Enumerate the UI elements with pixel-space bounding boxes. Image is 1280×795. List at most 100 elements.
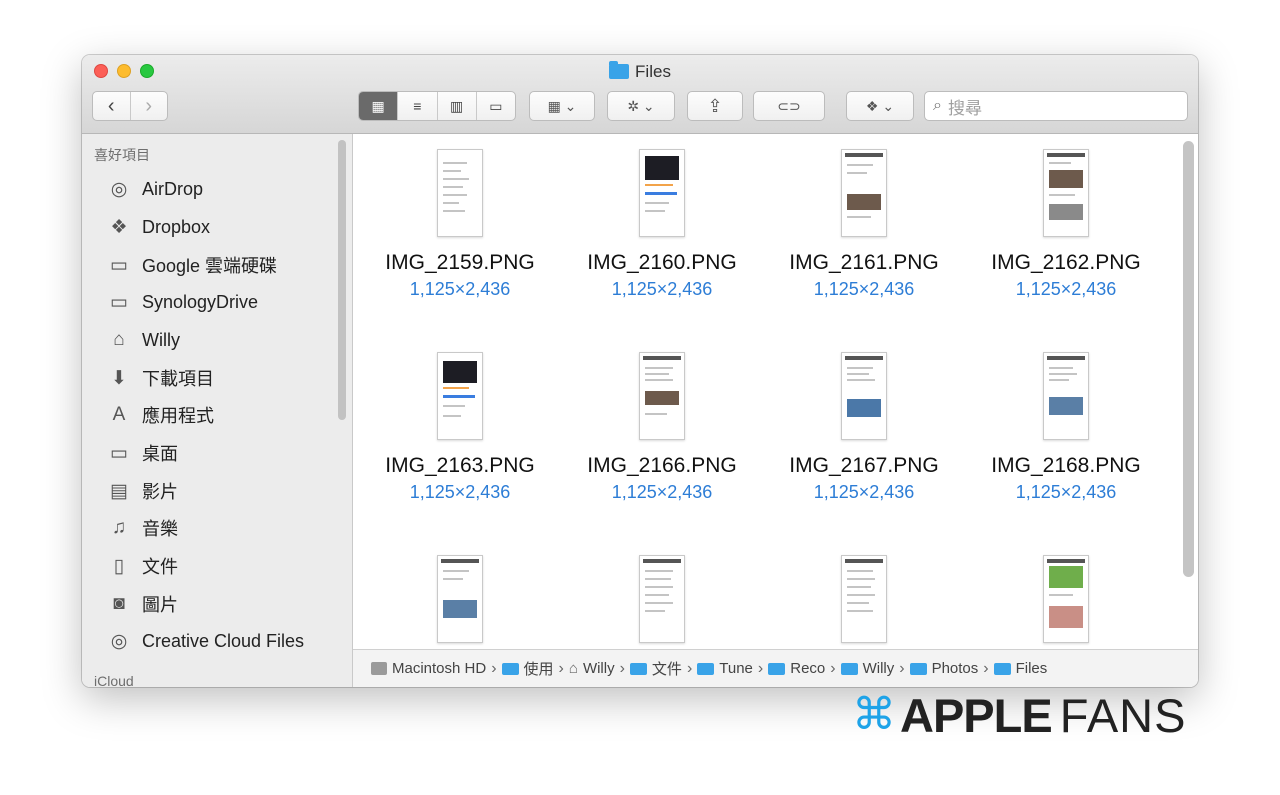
download-icon: ⬇: [111, 367, 127, 389]
path-separator: ›: [757, 659, 764, 677]
folder-icon: [697, 662, 715, 675]
back-forward-group: ‹ ›: [92, 91, 168, 121]
gallery-view-button[interactable]: ▭: [475, 92, 515, 120]
file-name: IMG_2161.PNG: [789, 251, 939, 274]
file-item[interactable]: IMG_2160.PNG 1,125×2,436: [561, 149, 763, 300]
sidebar-item-music[interactable]: ♫ 音樂: [106, 515, 178, 541]
file-name: IMG_2160.PNG: [587, 251, 737, 274]
path-bar: Macintosh HD › 使用 › ⌂ Willy › 文件 › Tune …: [353, 649, 1198, 687]
file-item[interactable]: IMG_2161.PNG 1,125×2,436: [763, 149, 965, 300]
dropbox-button[interactable]: ❖ ⌄: [846, 91, 914, 121]
path-separator: ›: [983, 659, 989, 677]
file-thumbnail: [841, 555, 887, 643]
file-name: IMG_2163.PNG: [385, 454, 535, 477]
documents-folder-icon: [629, 662, 647, 675]
path-item-reco[interactable]: Reco: [790, 660, 825, 677]
finder-window: Files ‹ › ▦ ≡ ▥ ▭ ▦ ⌄ ✲ ⌄ ⇪ ⊂⊃ ❖ ⌄ ⌕ 搜尋 …: [82, 55, 1198, 687]
sidebar-item-desktop[interactable]: ▭ 桌面: [106, 440, 178, 466]
desktop-icon: ▭: [110, 442, 128, 464]
file-thumbnail: [1043, 555, 1089, 643]
forward-button[interactable]: ›: [129, 92, 168, 120]
back-button[interactable]: ‹: [93, 92, 130, 120]
column-view-button[interactable]: ▥: [436, 92, 476, 120]
file-thumbnail: [1043, 149, 1089, 237]
path-separator: ›: [830, 659, 836, 677]
sidebar-item-synologydrive[interactable]: ▭ SynologyDrive: [106, 289, 258, 315]
sidebar-item-label: Willy: [142, 329, 180, 350]
dropbox-icon: ❖: [110, 216, 128, 238]
share-button[interactable]: ⇪: [687, 91, 743, 121]
sidebar-item-label: Creative Cloud Files: [142, 630, 305, 651]
file-item[interactable]: [965, 555, 1167, 643]
file-thumbnail: [437, 555, 483, 643]
path-item-users[interactable]: 使用: [524, 658, 554, 679]
sidebar-item-label: 下載項目: [142, 369, 214, 389]
home-icon: ⌂: [568, 660, 578, 677]
folder-icon: ▭: [110, 254, 128, 276]
sidebar-item-label: Google 雲端硬碟: [142, 256, 278, 276]
file-thumbnail: [437, 352, 483, 440]
icon-view-button[interactable]: ▦: [359, 92, 398, 120]
airdrop-icon: ◎: [110, 178, 128, 200]
window-title: Files: [82, 61, 1198, 82]
folder-icon: [768, 662, 786, 675]
folder-icon: [909, 662, 927, 675]
file-item[interactable]: IMG_2162.PNG 1,125×2,436: [965, 149, 1167, 300]
path-item-macintosh-hd[interactable]: Macintosh HD: [392, 660, 486, 677]
path-item-willy[interactable]: Willy: [583, 660, 615, 677]
search-placeholder: 搜尋: [947, 98, 982, 118]
file-thumbnail: [841, 352, 887, 440]
sidebar-header-favorites: 喜好項目: [94, 147, 150, 163]
path-item-willy-2[interactable]: Willy: [863, 660, 895, 677]
users-folder-icon: [501, 662, 519, 675]
sidebar-item-label: Dropbox: [142, 216, 211, 237]
path-item-photos[interactable]: Photos: [932, 660, 979, 677]
file-item[interactable]: IMG_2159.PNG 1,125×2,436: [359, 149, 561, 300]
file-name: IMG_2162.PNG: [991, 251, 1141, 274]
sidebar-item-label: 影片: [142, 482, 178, 502]
file-item[interactable]: IMG_2166.PNG 1,125×2,436: [561, 352, 763, 503]
folder-icon: [609, 61, 630, 79]
action-button[interactable]: ✲ ⌄: [607, 91, 675, 121]
sidebar-item-label: 應用程式: [142, 406, 214, 426]
sidebar-item-label: 音樂: [142, 519, 178, 539]
path-separator: ›: [619, 659, 625, 677]
file-dimensions: 1,125×2,436: [1015, 482, 1117, 502]
file-thumbnail: [639, 352, 685, 440]
list-view-button[interactable]: ≡: [397, 92, 436, 120]
file-item[interactable]: IMG_2168.PNG 1,125×2,436: [965, 352, 1167, 503]
sidebar-item-dropbox[interactable]: ❖ Dropbox: [106, 214, 210, 240]
sidebar-scrollbar[interactable]: [338, 140, 346, 420]
folder-icon: [993, 662, 1011, 675]
sidebar-header-icloud: iCloud: [94, 673, 134, 687]
content-scrollbar[interactable]: [1183, 141, 1194, 577]
sidebar-item-home[interactable]: ⌂ Willy: [106, 327, 180, 353]
file-item[interactable]: IMG_2167.PNG 1,125×2,436: [763, 352, 965, 503]
sidebar-item-movies[interactable]: ▤ 影片: [106, 478, 178, 504]
watermark-brand-b: FANS: [1059, 688, 1187, 742]
sidebar-item-google-drive[interactable]: ▭ Google 雲端硬碟: [106, 252, 277, 278]
sidebar-item-applications[interactable]: A 應用程式: [106, 402, 214, 428]
sidebar-item-downloads[interactable]: ⬇ 下載項目: [106, 365, 214, 391]
sidebar: 喜好項目 ◎ AirDrop ❖ Dropbox ▭ Google 雲端硬碟 ▭…: [82, 134, 353, 687]
file-item[interactable]: [359, 555, 561, 643]
sidebar-item-label: 文件: [142, 557, 178, 577]
file-item[interactable]: [763, 555, 965, 643]
sidebar-item-documents[interactable]: ▯ 文件: [106, 553, 178, 579]
file-grid: IMG_2159.PNG 1,125×2,436 IMG_2160.PNG 1,…: [353, 134, 1198, 648]
group-by-button[interactable]: ▦ ⌄: [529, 91, 595, 121]
sidebar-item-airdrop[interactable]: ◎ AirDrop: [106, 176, 203, 202]
search-field[interactable]: ⌕ 搜尋: [924, 91, 1188, 121]
path-item-documents[interactable]: 文件: [652, 658, 682, 679]
file-item[interactable]: [561, 555, 763, 643]
sidebar-item-pictures[interactable]: ◙ 圖片: [106, 591, 178, 617]
file-item[interactable]: IMG_2163.PNG 1,125×2,436: [359, 352, 561, 503]
tag-button[interactable]: ⊂⊃: [753, 91, 825, 121]
file-dimensions: 1,125×2,436: [409, 482, 511, 502]
file-thumbnail: [639, 149, 685, 237]
path-item-tune[interactable]: Tune: [719, 660, 753, 677]
path-item-files[interactable]: Files: [1016, 660, 1048, 677]
command-key-icon: ⌘: [852, 690, 896, 739]
sidebar-item-creative-cloud[interactable]: ◎ Creative Cloud Files: [106, 628, 304, 654]
toolbar: Files ‹ › ▦ ≡ ▥ ▭ ▦ ⌄ ✲ ⌄ ⇪ ⊂⊃ ❖ ⌄ ⌕ 搜尋: [82, 55, 1198, 134]
